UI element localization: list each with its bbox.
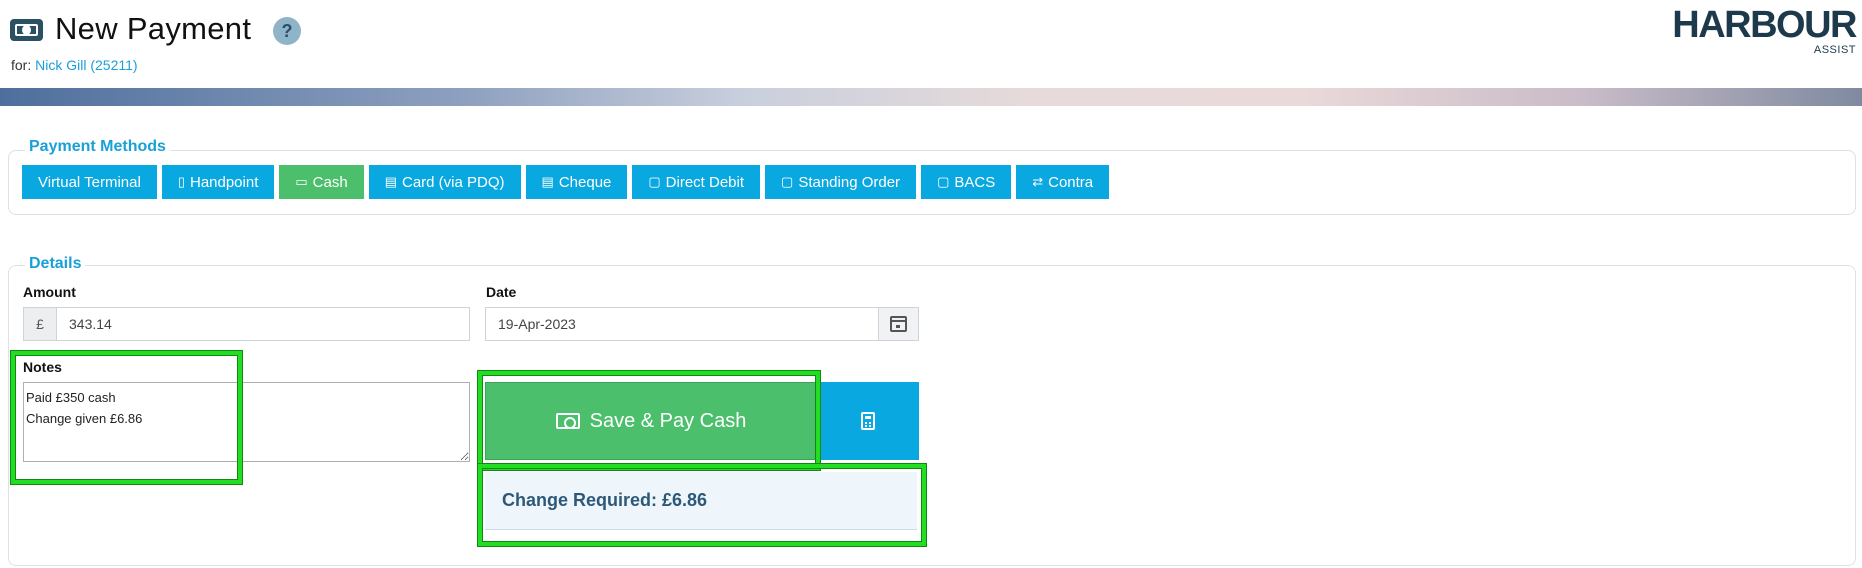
amount-input[interactable]: [57, 308, 469, 340]
payment-methods-legend: Payment Methods: [25, 138, 170, 156]
for-prefix: for:: [11, 57, 32, 73]
amount-input-group: £: [23, 307, 470, 341]
header-divider: [0, 88, 1862, 106]
customer-link[interactable]: Nick Gill (25211): [35, 57, 137, 73]
change-required-panel: Change Required: £6.86: [485, 472, 917, 530]
currency-addon: £: [24, 308, 57, 340]
method-card-pdq[interactable]: ▤ Card (via PDQ): [368, 165, 521, 199]
date-input-group: [485, 307, 919, 341]
calculator-icon: [861, 412, 875, 430]
details-legend: Details: [25, 255, 86, 273]
customer-line: for: Nick Gill (25211): [11, 57, 138, 73]
cheque-icon: ▤: [541, 174, 554, 189]
method-label: Cash: [312, 173, 348, 191]
cash-icon: ▭: [295, 174, 308, 189]
calculator-button[interactable]: [817, 382, 919, 460]
calendar-icon: [890, 316, 907, 332]
method-label: Card (via PDQ): [402, 173, 505, 191]
calendar-icon: ▢: [937, 174, 950, 189]
method-label: Handpoint: [189, 173, 259, 191]
notes-textarea[interactable]: [23, 382, 470, 462]
date-label: Date: [486, 284, 517, 300]
method-cash[interactable]: ▭ Cash: [279, 165, 364, 199]
method-direct-debit[interactable]: ▢ Direct Debit: [632, 165, 761, 199]
method-cheque[interactable]: ▤ Cheque: [525, 165, 628, 199]
payment-methods-bar: Virtual Terminal ▯ Handpoint ▭ Cash ▤ Ca…: [22, 165, 1110, 199]
date-picker-button[interactable]: [878, 308, 918, 340]
method-label: Cheque: [558, 173, 612, 191]
method-label: Standing Order: [798, 173, 901, 191]
help-button[interactable]: ?: [273, 17, 301, 45]
arrows-icon: ⇄: [1032, 174, 1044, 189]
cash-icon: [555, 413, 580, 429]
notes-label: Notes: [23, 359, 62, 375]
save-pay-cash-button[interactable]: Save & Pay Cash: [485, 382, 817, 460]
method-bacs[interactable]: ▢ BACS: [921, 165, 1012, 199]
page-title: New Payment: [55, 11, 252, 46]
method-label: Virtual Terminal: [38, 173, 141, 191]
change-required-text: Change Required: £6.86: [502, 490, 708, 510]
method-label: Direct Debit: [665, 173, 745, 191]
cash-icon: [10, 19, 43, 41]
method-virtual-terminal[interactable]: Virtual Terminal: [22, 165, 157, 199]
calculator-icon: ▯: [177, 174, 185, 189]
card-icon: ▤: [384, 174, 397, 189]
calendar-icon: ▢: [781, 174, 794, 189]
amount-label: Amount: [23, 284, 76, 300]
logo-subtext: ASSIST: [1813, 44, 1856, 56]
method-label: Contra: [1048, 173, 1094, 191]
date-input[interactable]: [486, 308, 878, 340]
method-handpoint[interactable]: ▯ Handpoint: [161, 165, 275, 199]
calendar-icon: ▢: [648, 174, 661, 189]
method-standing-order[interactable]: ▢ Standing Order: [765, 165, 917, 199]
save-button-label: Save & Pay Cash: [589, 409, 747, 432]
logo-text: HARBOUR: [1672, 4, 1857, 46]
method-contra[interactable]: ⇄ Contra: [1016, 165, 1110, 199]
harbour-assist-logo: HARBOUR ASSIST: [1672, 4, 1857, 56]
method-label: BACS: [954, 173, 996, 191]
